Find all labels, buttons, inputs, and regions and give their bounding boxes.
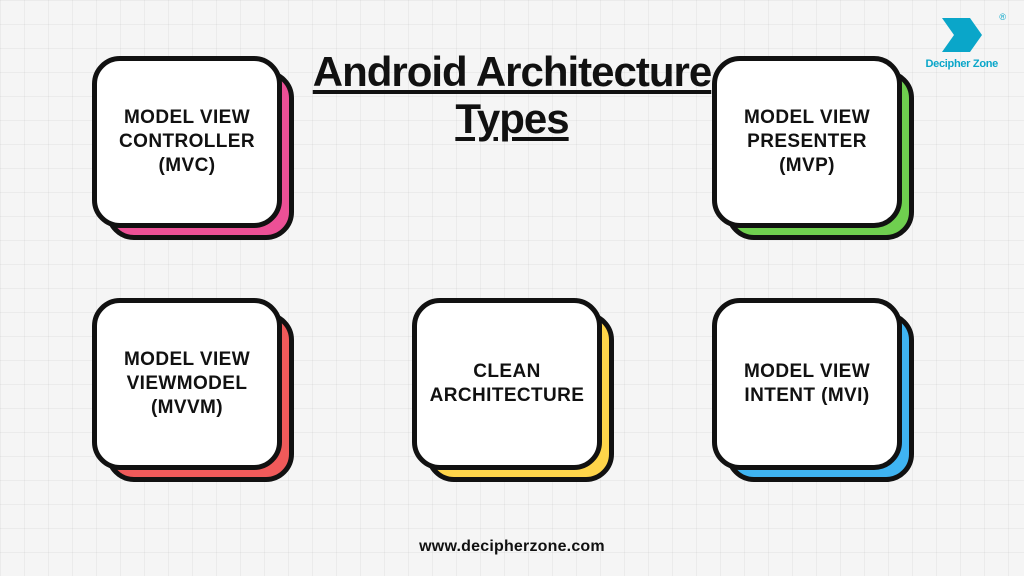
footer-url: www.decipherzone.com xyxy=(419,538,605,556)
card-clean-architecture: CLEAN ARCHITECTURE xyxy=(412,298,612,478)
brand-logo: ® Decipher Zone xyxy=(925,16,998,70)
card-label: MODEL VIEW CONTROLLER (MVC) xyxy=(119,106,255,177)
card-face: MODEL VIEW CONTROLLER (MVC) xyxy=(92,56,282,228)
card-mvi: MODEL VIEW INTENT (MVI) xyxy=(712,298,912,478)
card-face: CLEAN ARCHITECTURE xyxy=(412,298,602,470)
card-mvc: MODEL VIEW CONTROLLER (MVC) xyxy=(92,56,292,236)
brand-name: Decipher Zone xyxy=(925,58,998,70)
card-mvp: MODEL VIEW PRESENTER (MVP) xyxy=(712,56,912,236)
card-label: MODEL VIEW VIEWMODEL (MVVM) xyxy=(124,348,250,419)
card-face: MODEL VIEW PRESENTER (MVP) xyxy=(712,56,902,228)
decipherzone-icon xyxy=(940,16,984,54)
card-face: MODEL VIEW INTENT (MVI) xyxy=(712,298,902,470)
diagram-title: Android Architecture Types xyxy=(256,48,768,142)
card-label: CLEAN ARCHITECTURE xyxy=(430,360,585,408)
card-mvvm: MODEL VIEW VIEWMODEL (MVVM) xyxy=(92,298,292,478)
card-label: MODEL VIEW PRESENTER (MVP) xyxy=(744,106,870,177)
trademark-symbol: ® xyxy=(999,12,1006,22)
card-face: MODEL VIEW VIEWMODEL (MVVM) xyxy=(92,298,282,470)
card-label: MODEL VIEW INTENT (MVI) xyxy=(744,360,870,408)
